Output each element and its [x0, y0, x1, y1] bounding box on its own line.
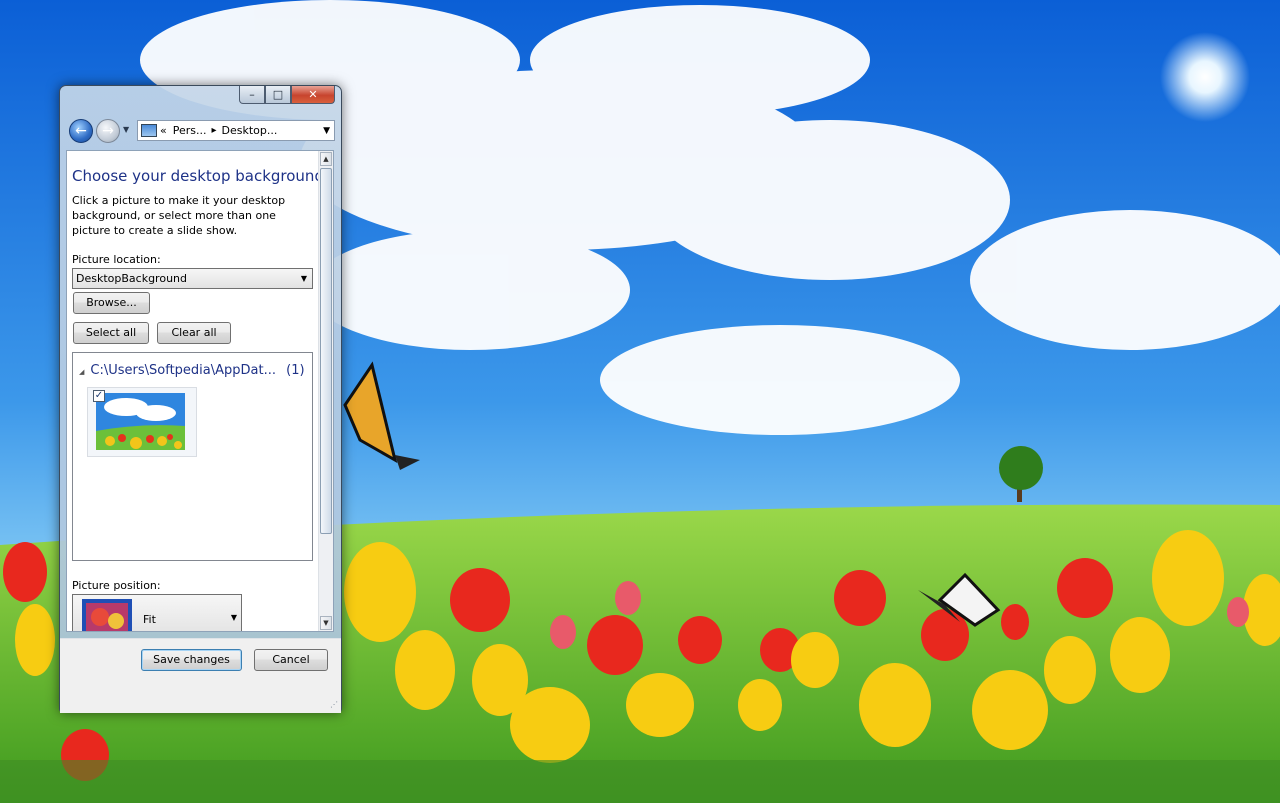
thumbnail-checkbox[interactable]: ✓ — [93, 390, 105, 402]
chevron-down-icon: ▼ — [123, 125, 130, 134]
position-preview-image — [82, 599, 132, 631]
control-panel-icon — [141, 124, 157, 137]
browse-button[interactable]: Browse... — [73, 292, 150, 314]
dialog-footer: Save changes Cancel ⋰ — [60, 638, 341, 713]
minimize-icon: – — [249, 88, 255, 101]
maximize-button[interactable]: □ — [265, 86, 291, 104]
picture-position-label: Picture position: — [72, 579, 161, 592]
picture-position-value: Fit — [143, 613, 156, 626]
minimize-button[interactable]: – — [239, 86, 265, 104]
title-bar[interactable]: – □ ✕ — [60, 86, 341, 112]
address-crumb-desktop[interactable]: Desktop... — [222, 124, 278, 137]
desktop-background-window: – □ ✕ ← → ▼ « Pers... ▸ Desktop... ▼ Cho… — [59, 85, 342, 713]
scroll-down-button[interactable]: ▼ — [320, 616, 332, 630]
picture-location-dropdown[interactable]: DesktopBackground ▼ — [72, 268, 313, 289]
folder-group-header[interactable]: ◢ C:\Users\Softpedia\AppDat... (1) — [79, 363, 305, 378]
address-overflow[interactable]: « — [160, 124, 167, 137]
clear-all-button[interactable]: Clear all — [157, 322, 231, 344]
back-arrow-icon: ← — [75, 123, 87, 139]
address-crumb-personalization[interactable]: Pers... — [173, 124, 207, 137]
picture-location-label: Picture location: — [72, 253, 161, 266]
address-dropdown-icon[interactable]: ▼ — [323, 126, 330, 136]
dropdown-arrow-icon: ▼ — [300, 274, 307, 283]
close-icon: ✕ — [308, 88, 318, 101]
maximize-icon: □ — [272, 88, 284, 101]
scrollbar-thumb[interactable] — [320, 168, 332, 534]
content-pane: Choose your desktop background Click a p… — [66, 150, 334, 632]
caption-buttons: – □ ✕ — [239, 86, 335, 104]
forward-arrow-icon: → — [102, 123, 114, 139]
back-button[interactable]: ← — [69, 119, 93, 143]
breadcrumb-arrow-icon[interactable]: ▸ — [212, 125, 217, 136]
save-changes-button[interactable]: Save changes — [141, 649, 242, 671]
resize-grip-icon[interactable]: ⋰ — [330, 700, 338, 709]
cancel-button[interactable]: Cancel — [254, 649, 328, 671]
page-description: Click a picture to make it your desktop … — [72, 194, 286, 237]
picture-position-dropdown[interactable]: Fit ▼ — [72, 594, 242, 631]
collapse-triangle-icon[interactable]: ◢ — [79, 368, 84, 376]
picture-list[interactable]: ◢ C:\Users\Softpedia\AppDat... (1) ✓ — [72, 352, 313, 561]
vertical-scrollbar[interactable]: ▲ ▼ — [318, 151, 333, 631]
picture-thumbnail[interactable]: ✓ — [87, 387, 197, 457]
thumbnail-image — [96, 393, 185, 450]
page-title: Choose your desktop background — [72, 167, 324, 185]
address-bar[interactable]: « Pers... ▸ Desktop... ▼ — [137, 120, 335, 141]
select-all-button[interactable]: Select all — [73, 322, 149, 344]
close-button[interactable]: ✕ — [291, 86, 335, 104]
recent-pages-button[interactable]: ▼ — [123, 125, 129, 134]
dropdown-arrow-icon: ▼ — [230, 613, 237, 622]
folder-path: C:\Users\Softpedia\AppDat... — [90, 363, 276, 378]
scroll-up-button[interactable]: ▲ — [320, 152, 332, 166]
forward-button[interactable]: → — [96, 119, 120, 143]
picture-location-value: DesktopBackground — [76, 272, 187, 285]
folder-count: (1) — [286, 363, 305, 378]
navigation-bar: ← → ▼ « Pers... ▸ Desktop... ▼ — [66, 117, 335, 145]
